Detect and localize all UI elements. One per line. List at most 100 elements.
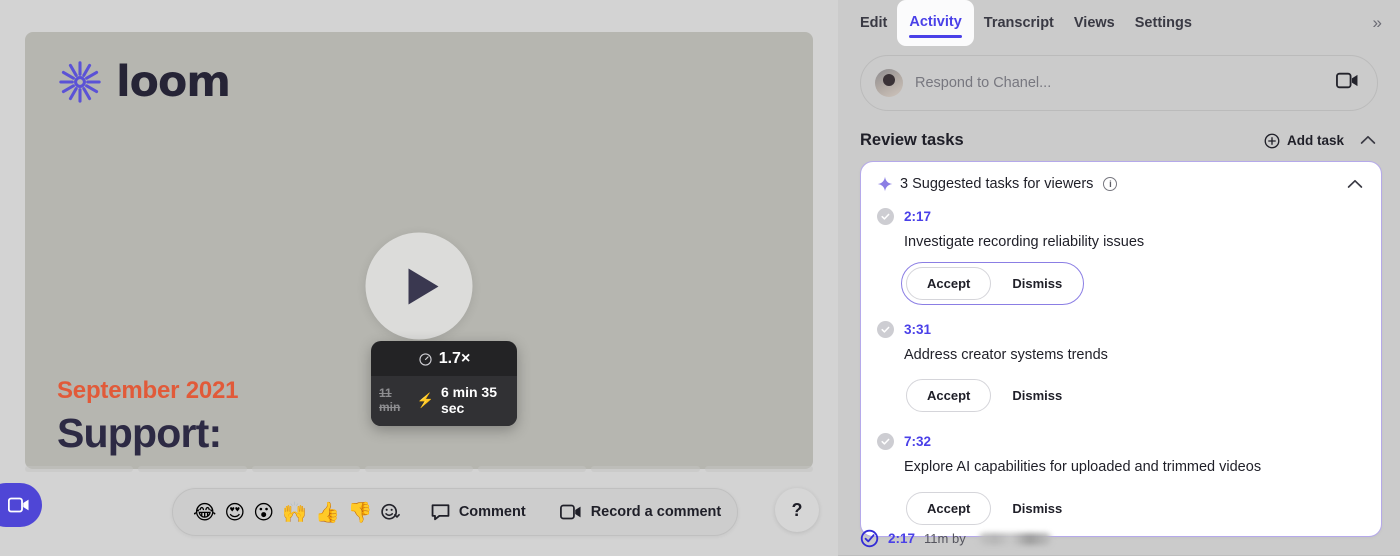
- emoji-thumbs-up[interactable]: 👍: [311, 502, 344, 522]
- suggested-tasks-card: 3 Suggested tasks for viewers i: [860, 161, 1382, 537]
- reaction-toolbar: 😂 😍 😮 🙌 👍 👎 Comment: [172, 488, 738, 536]
- sidebar-tabs: Edit Activity Transcript Views Settings …: [838, 0, 1400, 46]
- comment-label: Comment: [459, 504, 526, 520]
- review-tasks-header: Review tasks Add task: [860, 131, 1376, 150]
- playback-speed-overlay[interactable]: 1.7× 11 min ⚡ 6 min 35 sec: [371, 341, 517, 426]
- video-camera-icon: [8, 497, 30, 513]
- tab-transcript[interactable]: Transcript: [974, 9, 1064, 37]
- add-task-button[interactable]: Add task: [1264, 133, 1344, 149]
- slide-title: Support:: [57, 410, 221, 457]
- lightning-bolt-icon: ⚡: [417, 393, 434, 407]
- chapter-segment[interactable]: [705, 466, 813, 472]
- record-video-pill-button[interactable]: [0, 483, 42, 527]
- original-duration: 11 min: [379, 386, 410, 414]
- check-circle-filled-icon: [860, 529, 879, 548]
- record-a-comment-button[interactable]: Record a comment: [560, 504, 722, 520]
- activity-sidebar: Edit Activity Transcript Views Settings …: [838, 0, 1400, 556]
- emoji-thumbs-down[interactable]: 👎: [344, 502, 377, 522]
- record-response-icon[interactable]: [1336, 72, 1359, 94]
- accept-button[interactable]: Accept: [906, 379, 991, 412]
- emoji-raising-hands[interactable]: 🙌: [278, 502, 311, 522]
- chapter-segment[interactable]: [591, 466, 699, 472]
- tab-active-underline: [909, 35, 961, 38]
- play-button[interactable]: [366, 233, 473, 340]
- tab-edit[interactable]: Edit: [850, 9, 897, 37]
- task-timestamp[interactable]: 7:32: [904, 434, 931, 449]
- video-camera-icon: [1336, 72, 1359, 89]
- dismiss-button[interactable]: Dismiss: [995, 492, 1079, 525]
- video-player-pane: loom September 2021 Support: 1.7× 11 min…: [0, 0, 838, 556]
- help-button[interactable]: ?: [775, 488, 819, 532]
- task-time-row: 3:31: [877, 321, 1363, 338]
- emoji-joy[interactable]: 😂: [189, 502, 220, 522]
- speed-rate-row: 1.7×: [371, 341, 517, 376]
- accept-button[interactable]: Accept: [906, 267, 991, 300]
- accept-button[interactable]: Accept: [906, 492, 991, 525]
- task-time-row: 7:32: [877, 433, 1363, 450]
- chapter-segment[interactable]: [25, 466, 133, 472]
- completed-task-timestamp[interactable]: 2:17: [888, 531, 915, 546]
- chapter-segment[interactable]: [478, 466, 586, 472]
- speed-duration-row: 11 min ⚡ 6 min 35 sec: [371, 376, 517, 426]
- loom-logo: loom: [57, 57, 230, 107]
- task-description: Investigate recording reliability issues: [904, 233, 1363, 253]
- chapter-segment[interactable]: [138, 466, 246, 472]
- add-task-label: Add task: [1287, 133, 1344, 148]
- loom-sunburst-icon: [57, 59, 103, 105]
- video-stage[interactable]: loom September 2021 Support: 1.7× 11 min…: [25, 32, 813, 469]
- task-action-group: Accept Dismiss: [901, 262, 1084, 305]
- task-check-icon[interactable]: [877, 208, 894, 225]
- suggested-task-item: 7:32 Explore AI capabilities for uploade…: [861, 417, 1381, 530]
- collapse-review-tasks-icon[interactable]: [1360, 133, 1376, 148]
- tab-settings[interactable]: Settings: [1125, 9, 1202, 37]
- respond-input[interactable]: Respond to Chanel...: [860, 55, 1378, 111]
- redacted-author-name: [979, 533, 1051, 545]
- speed-rate-value: 1.7×: [439, 350, 471, 368]
- sparkle-icon: [877, 176, 893, 192]
- dismiss-button[interactable]: Dismiss: [995, 267, 1079, 300]
- tab-activity[interactable]: Activity: [897, 0, 973, 46]
- completed-task-meta: 11m by: [924, 531, 966, 546]
- task-time-row: 2:17: [877, 208, 1363, 225]
- smiley-chevron-icon[interactable]: [379, 500, 403, 524]
- speech-bubble-icon: [431, 503, 450, 521]
- plus-circle-icon: [1264, 133, 1280, 149]
- emoji-surprised[interactable]: 😮: [249, 502, 278, 522]
- suggested-tasks-header: 3 Suggested tasks for viewers i: [861, 176, 1381, 192]
- tab-views[interactable]: Views: [1064, 9, 1125, 37]
- loom-wordmark: loom: [116, 57, 230, 107]
- dismiss-button[interactable]: Dismiss: [995, 379, 1079, 412]
- task-description: Address creator systems trends: [904, 346, 1363, 366]
- chapter-segment[interactable]: [365, 466, 473, 472]
- completed-task-row[interactable]: 2:17 11m by: [838, 529, 1400, 548]
- loom-video-page: loom September 2021 Support: 1.7× 11 min…: [0, 0, 1400, 556]
- chapter-segment[interactable]: [252, 466, 360, 472]
- info-icon[interactable]: i: [1103, 177, 1117, 191]
- task-timestamp[interactable]: 2:17: [904, 209, 931, 224]
- expand-panel-icon[interactable]: »: [1373, 13, 1380, 33]
- task-check-icon[interactable]: [877, 433, 894, 450]
- task-description: Explore AI capabilities for uploaded and…: [904, 458, 1363, 478]
- task-action-group: Accept Dismiss: [901, 487, 1084, 530]
- slide-date: September 2021: [57, 377, 238, 405]
- review-tasks-title: Review tasks: [860, 131, 1264, 150]
- task-timestamp[interactable]: 3:31: [904, 322, 931, 337]
- play-triangle-icon: [408, 268, 438, 304]
- respond-placeholder: Respond to Chanel...: [915, 75, 1336, 91]
- speedometer-icon: [418, 352, 433, 367]
- suggested-task-item: 3:31 Address creator systems trends Acce…: [861, 305, 1381, 418]
- record-label: Record a comment: [591, 504, 722, 520]
- suggested-task-item: 2:17 Investigate recording reliability i…: [861, 192, 1381, 305]
- adjusted-duration: 6 min 35 sec: [441, 384, 509, 416]
- task-action-group: Accept Dismiss: [901, 374, 1084, 417]
- tab-activity-label: Activity: [909, 14, 961, 30]
- emoji-heart-eyes[interactable]: 😍: [220, 502, 249, 522]
- suggested-tasks-label-group: 3 Suggested tasks for viewers i: [877, 176, 1347, 192]
- comment-button[interactable]: Comment: [431, 503, 526, 521]
- collapse-suggestions-icon[interactable]: [1347, 177, 1363, 192]
- suggested-tasks-title: 3 Suggested tasks for viewers: [900, 176, 1093, 192]
- chapter-timeline-strip[interactable]: [25, 466, 813, 472]
- task-check-icon[interactable]: [877, 321, 894, 338]
- avatar: [875, 69, 903, 97]
- video-camera-icon: [560, 504, 582, 520]
